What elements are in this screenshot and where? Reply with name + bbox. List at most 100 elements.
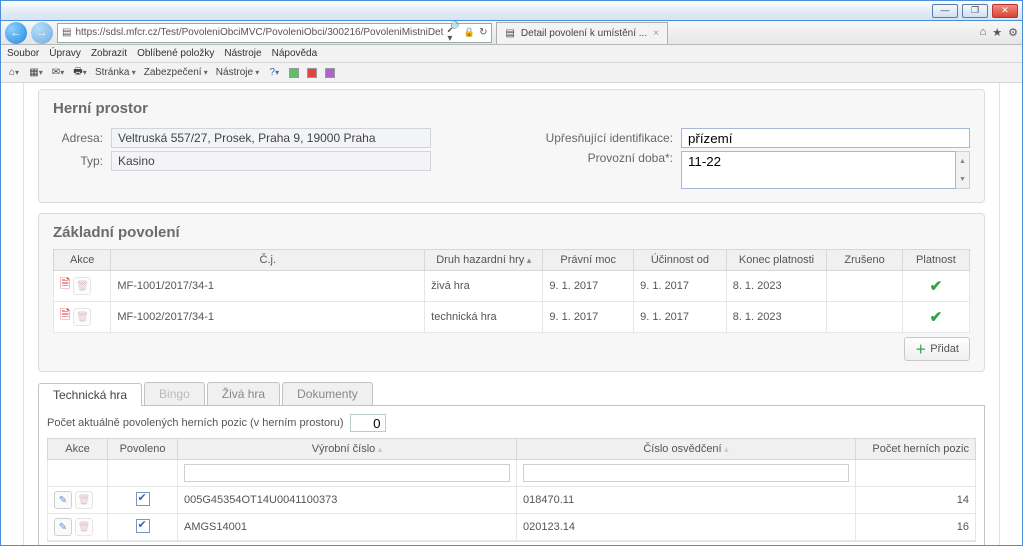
col-ucinnost[interactable]: Účinnost od xyxy=(634,250,727,271)
provozni-doba-input[interactable] xyxy=(681,151,956,189)
search-dropdown-icon[interactable]: 🔎 ▾ xyxy=(447,22,459,44)
provozni-doba-label: Provozní doba*: xyxy=(533,151,673,165)
browser-nav-bar: ← → ▤ https://sdsl.mfcr.cz/Test/Povoleni… xyxy=(1,21,1022,45)
cell-zrus xyxy=(827,271,903,302)
menu-favorites[interactable]: Oblíbené položky xyxy=(137,48,214,59)
tcol-pocet-pozic[interactable]: Počet herních pozic xyxy=(856,439,976,460)
browser-command-bar: ⌂ ▦ ✉ 🖶 Stránka Zabezpečení Nástroje ? xyxy=(1,63,1022,83)
cell-zrus xyxy=(827,302,903,333)
cell-osvedceni: 018470.11 xyxy=(517,487,856,514)
tcol-povoleno[interactable]: Povoleno xyxy=(108,439,178,460)
tab-close-icon[interactable]: × xyxy=(653,28,659,39)
pocet-pozic-label: Počet aktuálně povolených herních pozic … xyxy=(47,417,344,429)
checkbox-on-icon xyxy=(136,519,150,533)
cell-cj: MF-1002/2017/34-1 xyxy=(111,302,425,333)
provozni-doba-spinner[interactable]: ▲▼ xyxy=(956,151,970,189)
edit-icon[interactable]: ✎ xyxy=(54,491,72,509)
cell-ucin: 9. 1. 2017 xyxy=(634,302,727,333)
identifikace-label: Upřesňující identifikace: xyxy=(533,131,673,145)
cell-plat: ✔ xyxy=(902,271,969,302)
tab-bingo[interactable]: Bingo xyxy=(144,382,205,405)
tab-ziva-hra[interactable]: Živá hra xyxy=(207,382,280,405)
tech-table: Akce Povoleno Výrobní číslo Číslo osvědč… xyxy=(47,438,976,541)
typ-label: Typ: xyxy=(53,154,103,168)
favorites-icon[interactable]: ★ xyxy=(992,26,1002,39)
typ-field: Kasino xyxy=(111,151,431,171)
col-cj[interactable]: Č.j. xyxy=(111,250,425,271)
lock-icon: 🔒 xyxy=(464,27,475,38)
window-title-bar: — ❐ ✕ xyxy=(1,1,1022,21)
cell-konec: 8. 1. 2023 xyxy=(726,302,827,333)
home-icon[interactable]: ⌂ xyxy=(980,26,987,39)
zakladni-povoleni-title: Základní povolení xyxy=(53,224,970,241)
identifikace-input[interactable] xyxy=(681,128,970,148)
nav-back-button[interactable]: ← xyxy=(5,22,27,44)
col-zruseno[interactable]: Zrušeno xyxy=(827,250,903,271)
cmd-feeds[interactable]: ▦ xyxy=(29,66,43,80)
delete-icon[interactable]: 🗑 xyxy=(73,277,91,295)
cell-povoleno xyxy=(108,487,178,514)
tcol-vyrobni[interactable]: Výrobní číslo xyxy=(178,439,517,460)
cmd-ext-3[interactable] xyxy=(325,68,335,78)
window-maximize-button[interactable]: ❐ xyxy=(962,4,988,18)
col-akce: Akce xyxy=(54,250,111,271)
check-icon: ✔ xyxy=(930,309,943,326)
filter-vyrobni[interactable] xyxy=(184,464,510,482)
cell-cj: MF-1001/2017/34-1 xyxy=(111,271,425,302)
col-platnost[interactable]: Platnost xyxy=(902,250,969,271)
window-minimize-button[interactable]: — xyxy=(932,4,958,18)
tools-gear-icon[interactable]: ⚙ xyxy=(1008,26,1018,39)
address-bar[interactable]: ▤ https://sdsl.mfcr.cz/Test/PovoleniObci… xyxy=(57,23,492,43)
cell-vyrobni: 005G45354OT14U0041100373 xyxy=(178,487,517,514)
cell-pozic: 14 xyxy=(856,487,976,514)
cmd-print[interactable]: 🖶 xyxy=(73,66,87,80)
tcol-akce: Akce xyxy=(48,439,108,460)
window-close-button[interactable]: ✕ xyxy=(992,4,1018,18)
adresa-label: Adresa: xyxy=(53,131,103,145)
pocet-pozic-value xyxy=(350,414,386,432)
menu-help[interactable]: Nápověda xyxy=(272,48,318,59)
col-druh[interactable]: Druh hazardní hry xyxy=(425,250,543,271)
menu-edit[interactable]: Úpravy xyxy=(49,48,81,59)
col-konec[interactable]: Konec platnosti xyxy=(726,250,827,271)
delete-icon[interactable]: 🗑 xyxy=(75,491,93,509)
refresh-icon[interactable]: ↻ xyxy=(479,27,487,38)
tab-panel-technicka-hra: Počet aktuálně povolených herních pozic … xyxy=(38,405,985,545)
cmd-home[interactable]: ⌂ xyxy=(7,66,21,80)
tcol-osvedceni[interactable]: Číslo osvědčení xyxy=(517,439,856,460)
cell-osvedceni: 020123.14 xyxy=(517,514,856,541)
tab-technicka-hra[interactable]: Technická hra xyxy=(38,383,142,406)
table-row: ✎🗑 AMGS14001020123.1416 xyxy=(48,514,976,541)
delete-icon[interactable]: 🗑 xyxy=(75,518,93,536)
browser-menu-bar: Soubor Úpravy Zobrazit Oblíbené položky … xyxy=(1,45,1022,63)
cmd-help[interactable]: ? xyxy=(267,66,281,80)
herni-prostor-title: Herní prostor xyxy=(53,100,970,117)
cell-povoleno xyxy=(108,514,178,541)
cell-vyrobni: AMGS14001 xyxy=(178,514,517,541)
cmd-ext-1[interactable] xyxy=(289,68,299,78)
cmd-tools[interactable]: Nástroje xyxy=(216,67,260,78)
cell-konec: 8. 1. 2023 xyxy=(726,271,827,302)
menu-tools[interactable]: Nástroje xyxy=(224,48,261,59)
col-moc[interactable]: Právní moc xyxy=(543,250,634,271)
pdf-icon[interactable]: 🗎 xyxy=(60,275,70,297)
delete-icon[interactable]: 🗑 xyxy=(73,308,91,326)
browser-tab[interactable]: ▤ Detail povolení k umístění ... × xyxy=(496,22,667,44)
cmd-page[interactable]: Stránka xyxy=(95,67,136,78)
edit-icon[interactable]: ✎ xyxy=(54,518,72,536)
pridat-button[interactable]: ＋Přidat xyxy=(904,337,970,361)
pdf-icon[interactable]: 🗎 xyxy=(60,306,70,328)
url-text: https://sdsl.mfcr.cz/Test/PovoleniObciMV… xyxy=(75,27,443,38)
cmd-mail[interactable]: ✉ xyxy=(51,66,65,80)
filter-osvedceni[interactable] xyxy=(523,464,849,482)
cell-pozic: 16 xyxy=(856,514,976,541)
menu-view[interactable]: Zobrazit xyxy=(91,48,127,59)
povoleni-table: Akce Č.j. Druh hazardní hry Právní moc Ú… xyxy=(53,249,970,333)
panel-zakladni-povoleni: Základní povolení Akce Č.j. Druh hazardn… xyxy=(38,213,985,372)
nav-forward-button[interactable]: → xyxy=(31,22,53,44)
cmd-safety[interactable]: Zabezpečení xyxy=(144,67,208,78)
cmd-ext-2[interactable] xyxy=(307,68,317,78)
tab-dokumenty[interactable]: Dokumenty xyxy=(282,382,373,405)
menu-file[interactable]: Soubor xyxy=(7,48,39,59)
checkbox-on-icon xyxy=(136,492,150,506)
